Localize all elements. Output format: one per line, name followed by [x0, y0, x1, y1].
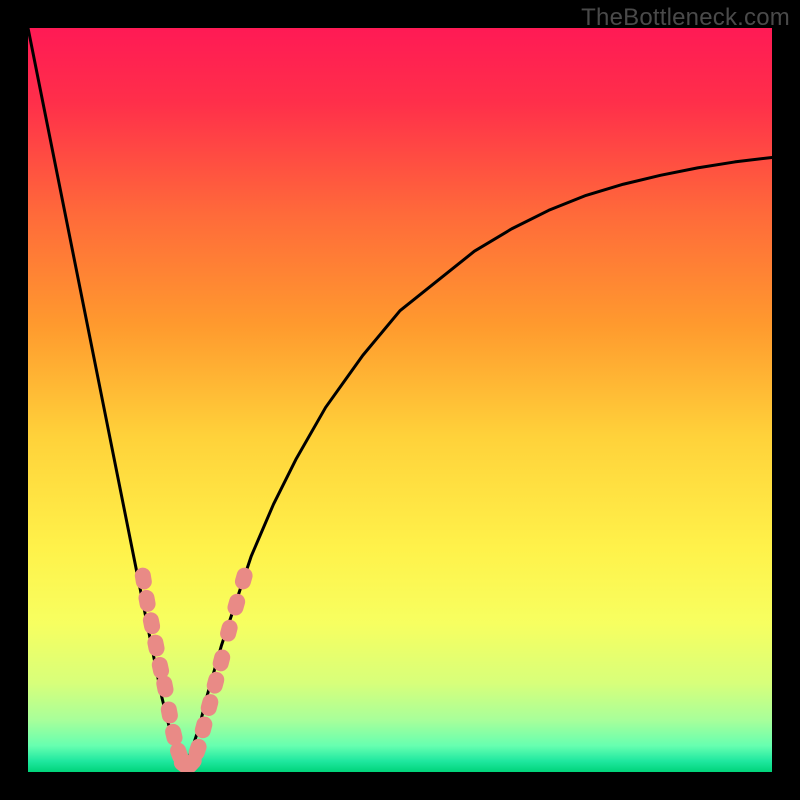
gradient-background	[28, 28, 772, 772]
bottleneck-chart	[28, 28, 772, 772]
plot-area	[28, 28, 772, 772]
watermark-text: TheBottleneck.com	[581, 4, 790, 32]
outer-frame: TheBottleneck.com	[0, 0, 800, 800]
